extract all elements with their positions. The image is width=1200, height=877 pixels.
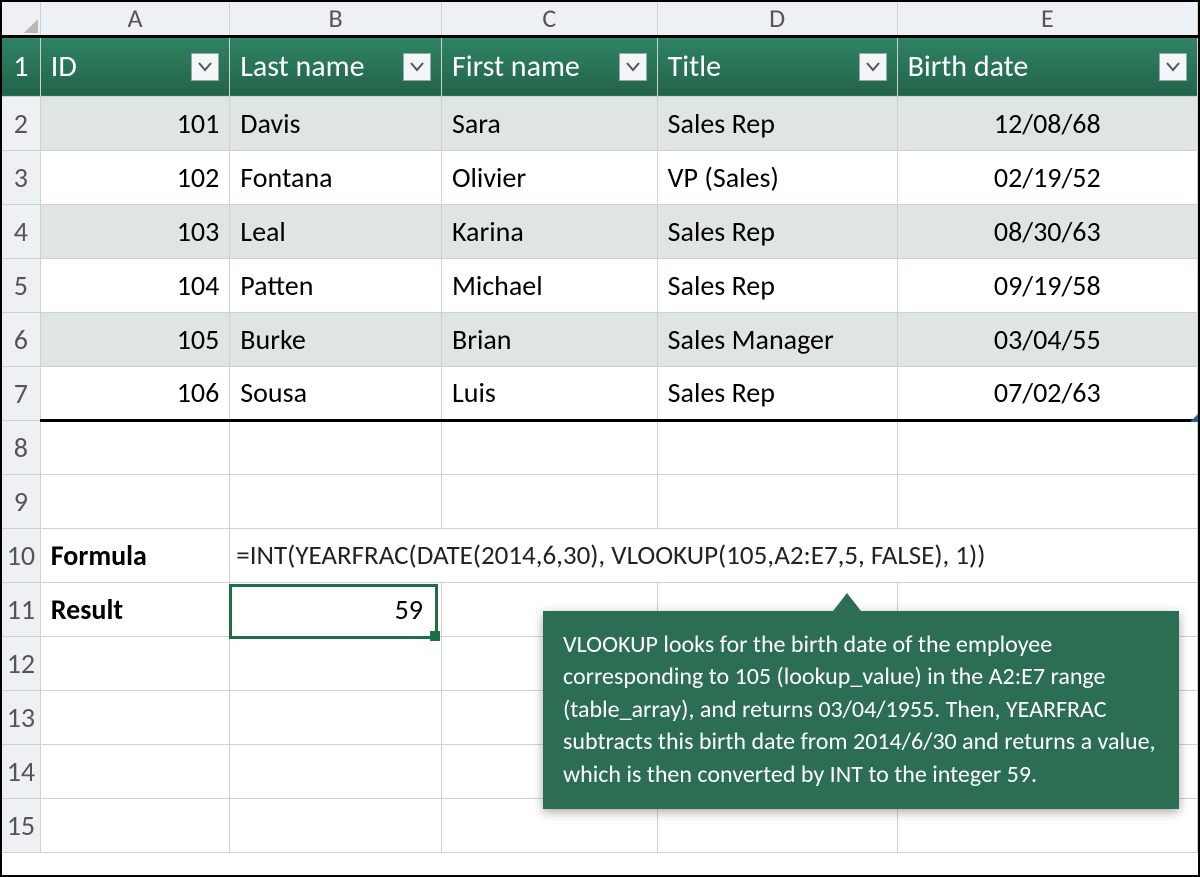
spreadsheet-viewport: A B C D E 1 ID Last name Fir bbox=[0, 0, 1200, 877]
col-header-D[interactable]: D bbox=[657, 2, 897, 36]
row-header-11[interactable]: 11 bbox=[2, 582, 40, 636]
cell-last: Davis bbox=[230, 106, 441, 141]
cell-birth: 02/19/52 bbox=[898, 160, 1197, 195]
cell-birth: 09/19/58 bbox=[898, 268, 1197, 303]
cell-title: Sales Manager bbox=[658, 322, 897, 357]
header-lastname-label: Last name bbox=[240, 48, 364, 85]
chevron-down-icon bbox=[626, 62, 640, 72]
header-lastname[interactable]: Last name bbox=[230, 36, 442, 96]
cell-title: Sales Rep bbox=[658, 214, 897, 249]
select-all-corner[interactable] bbox=[2, 2, 40, 36]
cell-last: Sousa bbox=[230, 375, 441, 410]
header-title[interactable]: Title bbox=[657, 36, 897, 96]
formula-label: Formula bbox=[41, 538, 230, 573]
row-header-2[interactable]: 2 bbox=[2, 96, 40, 150]
cell-title: VP (Sales) bbox=[658, 160, 897, 195]
table-row[interactable]: 3 102 Fontana Olivier VP (Sales) 02/19/5… bbox=[2, 150, 1198, 204]
cell-last: Patten bbox=[230, 268, 441, 303]
cell-birth: 03/04/55 bbox=[898, 322, 1197, 357]
callout-text: VLOOKUP looks for the birth date of the … bbox=[563, 630, 1156, 789]
cell-birth: 12/08/68 bbox=[898, 106, 1197, 141]
col-header-B[interactable]: B bbox=[230, 2, 442, 36]
cell-id: 102 bbox=[41, 160, 230, 195]
chevron-down-icon bbox=[1166, 62, 1180, 72]
header-birthdate-label: Birth date bbox=[908, 48, 1029, 85]
row-header-4[interactable]: 4 bbox=[2, 204, 40, 258]
row-header-5[interactable]: 5 bbox=[2, 258, 40, 312]
col-header-C[interactable]: C bbox=[441, 2, 657, 36]
chevron-down-icon bbox=[866, 62, 880, 72]
table-row[interactable]: 6 105 Burke Brian Sales Manager 03/04/55 bbox=[2, 312, 1198, 366]
filter-button-birthdate[interactable] bbox=[1159, 53, 1187, 81]
row-header-3[interactable]: 3 bbox=[2, 150, 40, 204]
row-header-13[interactable]: 13 bbox=[2, 690, 40, 744]
cell-id: 106 bbox=[41, 375, 230, 410]
header-id[interactable]: ID bbox=[40, 36, 230, 96]
formula-text: =INT(YEARFRAC(DATE(2014,6,30), VLOOKUP(1… bbox=[230, 539, 1197, 572]
header-id-label: ID bbox=[51, 48, 77, 85]
cell-first: Olivier bbox=[442, 160, 657, 195]
cell-birth: 08/30/63 bbox=[898, 214, 1197, 249]
cell-id: 101 bbox=[41, 106, 230, 141]
result-value: 59 bbox=[230, 592, 441, 627]
table-row[interactable]: 7 106 Sousa Luis Sales Rep 07/02/63 bbox=[2, 366, 1198, 420]
cell-id: 103 bbox=[41, 214, 230, 249]
header-title-label: Title bbox=[668, 48, 721, 85]
table-row[interactable]: 4 103 Leal Karina Sales Rep 08/30/63 bbox=[2, 204, 1198, 258]
table-row[interactable]: 5 104 Patten Michael Sales Rep 09/19/58 bbox=[2, 258, 1198, 312]
cell-id: 105 bbox=[41, 322, 230, 357]
explainer-callout: VLOOKUP looks for the birth date of the … bbox=[543, 611, 1179, 809]
row-header-1[interactable]: 1 bbox=[2, 36, 40, 96]
cell-birth: 07/02/63 bbox=[898, 375, 1197, 410]
filter-button-firstname[interactable] bbox=[619, 53, 647, 81]
result-label: Result bbox=[41, 592, 230, 627]
row-header-14[interactable]: 14 bbox=[2, 744, 40, 798]
filter-button-lastname[interactable] bbox=[403, 53, 431, 81]
cell-first: Sara bbox=[442, 106, 657, 141]
table-resize-handle-icon[interactable] bbox=[1189, 411, 1199, 421]
cell-first: Michael bbox=[442, 268, 657, 303]
chevron-down-icon bbox=[198, 62, 212, 72]
row-header-7[interactable]: 7 bbox=[2, 366, 40, 420]
cell-first: Luis bbox=[442, 375, 657, 410]
cell-last: Leal bbox=[230, 214, 441, 249]
cell-title: Sales Rep bbox=[658, 375, 897, 410]
col-header-A[interactable]: A bbox=[40, 2, 230, 36]
row-header-6[interactable]: 6 bbox=[2, 312, 40, 366]
row-header-9[interactable]: 9 bbox=[2, 474, 40, 528]
cell-title: Sales Rep bbox=[658, 268, 897, 303]
col-header-E[interactable]: E bbox=[897, 2, 1197, 36]
header-firstname-label: First name bbox=[452, 48, 580, 85]
chevron-down-icon bbox=[410, 62, 424, 72]
filter-button-title[interactable] bbox=[859, 53, 887, 81]
cell-first: Brian bbox=[442, 322, 657, 357]
header-firstname[interactable]: First name bbox=[441, 36, 657, 96]
cell-last: Fontana bbox=[230, 160, 441, 195]
filter-button-id[interactable] bbox=[191, 53, 219, 81]
cell-first: Karina bbox=[442, 214, 657, 249]
callout-arrow-icon bbox=[833, 593, 861, 611]
cell-id: 104 bbox=[41, 268, 230, 303]
table-row[interactable]: 2 101 Davis Sara Sales Rep 12/08/68 bbox=[2, 96, 1198, 150]
row-header-15[interactable]: 15 bbox=[2, 798, 40, 852]
header-birthdate[interactable]: Birth date bbox=[897, 36, 1197, 96]
row-header-10[interactable]: 10 bbox=[2, 528, 40, 582]
row-header-12[interactable]: 12 bbox=[2, 636, 40, 690]
cell-title: Sales Rep bbox=[658, 106, 897, 141]
row-header-8[interactable]: 8 bbox=[2, 420, 40, 474]
cell-last: Burke bbox=[230, 322, 441, 357]
